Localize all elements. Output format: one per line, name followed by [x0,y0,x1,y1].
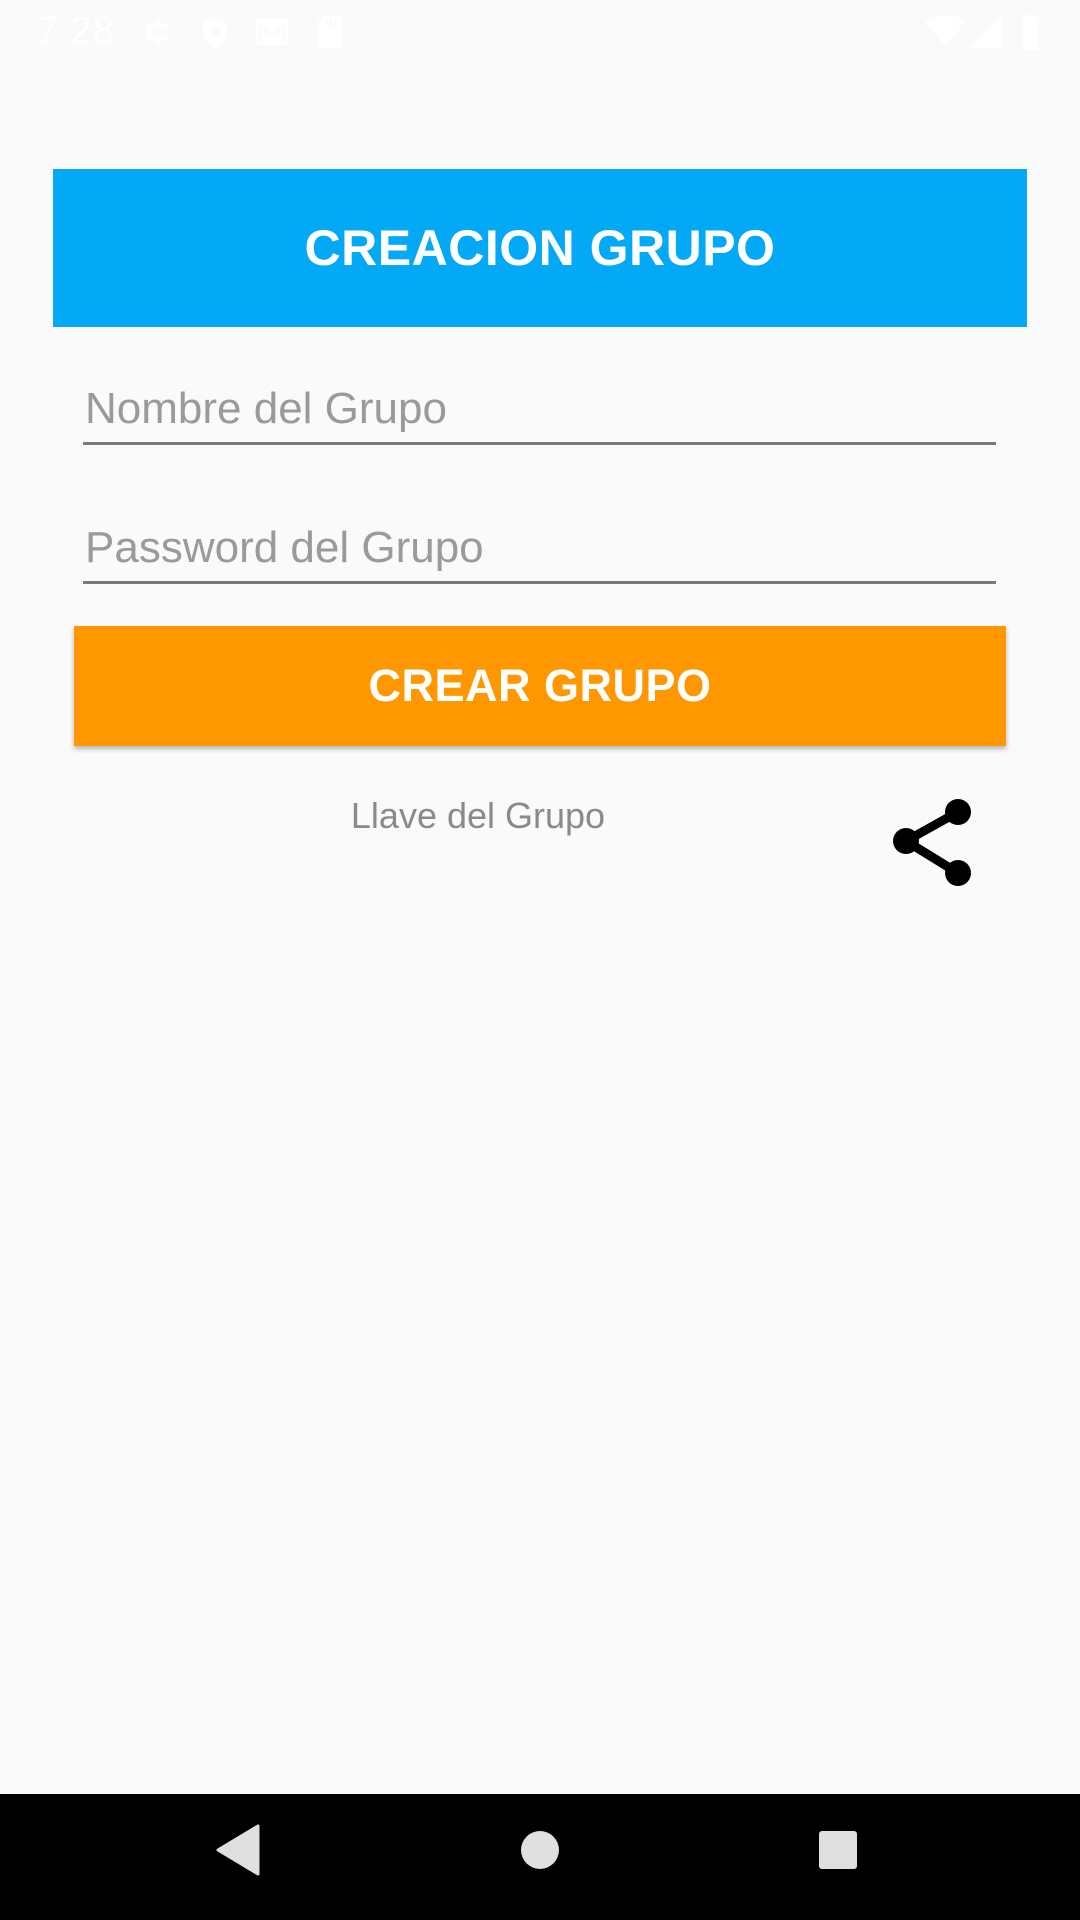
group-key-label: Llave del Grupo [350,795,606,836]
back-icon[interactable] [216,1824,260,1881]
gear-icon [138,14,174,50]
wifi-icon [924,14,966,48]
navigation-bar [0,1794,1080,1920]
app-screen: 7:28 CREACION GRUPO CREAR GRUPO [0,0,1080,1920]
create-group-button-label: CREAR GRUPO [368,660,712,711]
page-title: CREACION GRUPO [304,220,776,276]
sd-card-icon [315,14,345,50]
group-password-input[interactable] [83,520,996,584]
create-group-button[interactable]: CREAR GRUPO [74,626,1006,746]
shield-icon [197,14,233,52]
status-time: 7:28 [37,10,115,52]
recents-icon[interactable] [817,1824,859,1881]
battery-icon [1020,14,1042,50]
title-banner: CREACION GRUPO [53,169,1027,327]
gmail-icon [252,14,292,50]
status-bar: 7:28 [0,0,1080,63]
share-icon[interactable] [888,795,988,890]
home-icon[interactable] [519,1824,561,1881]
group-name-input[interactable] [83,381,996,445]
signal-icon [968,14,1002,48]
